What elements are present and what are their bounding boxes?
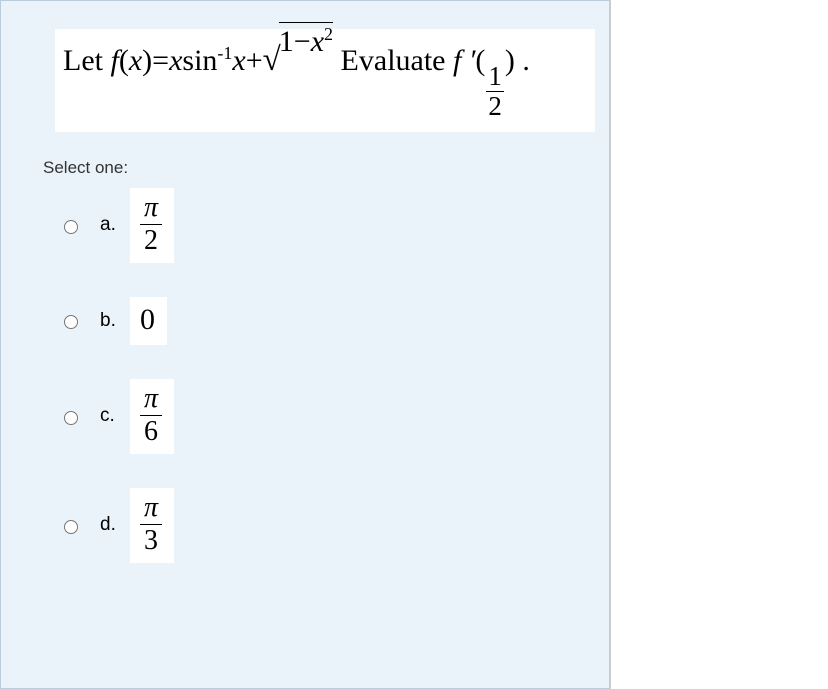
sym-sq: 2 (324, 24, 333, 44)
option-b-value: 0 (130, 297, 167, 345)
radio-a[interactable] (64, 220, 78, 234)
sqrt: √1−x2 (263, 41, 333, 79)
sym-f: f (110, 44, 118, 77)
math-expression: f(x)=xsin-1x+√1−x2 (110, 44, 340, 77)
radio-d[interactable] (64, 520, 78, 534)
option-d[interactable]: d. π 3 (59, 488, 609, 563)
fraction-d: π 3 (140, 494, 162, 555)
half-den: 2 (486, 91, 504, 120)
sym-minus: − (294, 25, 311, 58)
sym-lparen2: ( (475, 44, 485, 77)
option-c-label: c. (100, 405, 120, 427)
option-d-den: 3 (140, 524, 162, 555)
right-gutter (610, 0, 828, 689)
text-evaluate: Evaluate (341, 44, 453, 77)
option-c[interactable]: c. π 6 (59, 379, 609, 454)
sym-plus: + (246, 44, 263, 77)
option-c-den: 6 (140, 415, 162, 446)
option-c-value: π 6 (130, 379, 174, 454)
sym-one: 1 (279, 25, 294, 58)
sym-x1: x (129, 44, 142, 77)
sym-rparen: ) (142, 44, 152, 77)
option-d-label: d. (100, 514, 120, 536)
sym-sin: sin (182, 44, 217, 77)
text-period: . (522, 44, 530, 77)
sym-rparen2: ) (505, 44, 515, 77)
sym-neg1: -1 (217, 43, 232, 63)
sqrt-bar: 1−x2 (279, 22, 333, 59)
fraction-a: π 2 (140, 194, 162, 255)
option-b-zero: 0 (140, 303, 155, 337)
option-a-label: a. (100, 214, 120, 236)
math-fprime: f ′(12) (453, 44, 522, 77)
option-a-den: 2 (140, 224, 162, 255)
sym-lparen: ( (119, 44, 129, 77)
question-box: Let f(x)=xsin-1x+√1−x2 Evaluate f ′(12) … (55, 29, 595, 132)
quiz-panel: Let f(x)=xsin-1x+√1−x2 Evaluate f ′(12) … (0, 0, 610, 689)
radio-c[interactable] (64, 411, 78, 425)
text-let: Let (63, 44, 110, 77)
option-b-label: b. (100, 310, 120, 332)
half-num: 1 (488, 63, 502, 91)
sym-fprime: f ′ (453, 44, 475, 77)
option-c-num: π (142, 385, 160, 415)
radio-b[interactable] (64, 315, 78, 329)
option-d-value: π 3 (130, 488, 174, 563)
question-text: Let f(x)=xsin-1x+√1−x2 Evaluate f ′(12) … (63, 44, 530, 77)
frac-half: 12 (486, 63, 504, 120)
sym-x3: x (232, 44, 245, 77)
sym-x4: x (311, 25, 324, 58)
option-a[interactable]: a. π 2 (59, 188, 609, 263)
select-one-label: Select one: (43, 158, 609, 178)
option-a-num: π (142, 194, 160, 224)
options-list: a. π 2 b. 0 c. π 6 (59, 188, 609, 563)
sym-eq: = (152, 44, 169, 77)
option-a-value: π 2 (130, 188, 174, 263)
fraction-c: π 6 (140, 385, 162, 446)
option-b[interactable]: b. 0 (59, 297, 609, 345)
option-d-num: π (142, 494, 160, 524)
sym-x2: x (169, 44, 182, 77)
